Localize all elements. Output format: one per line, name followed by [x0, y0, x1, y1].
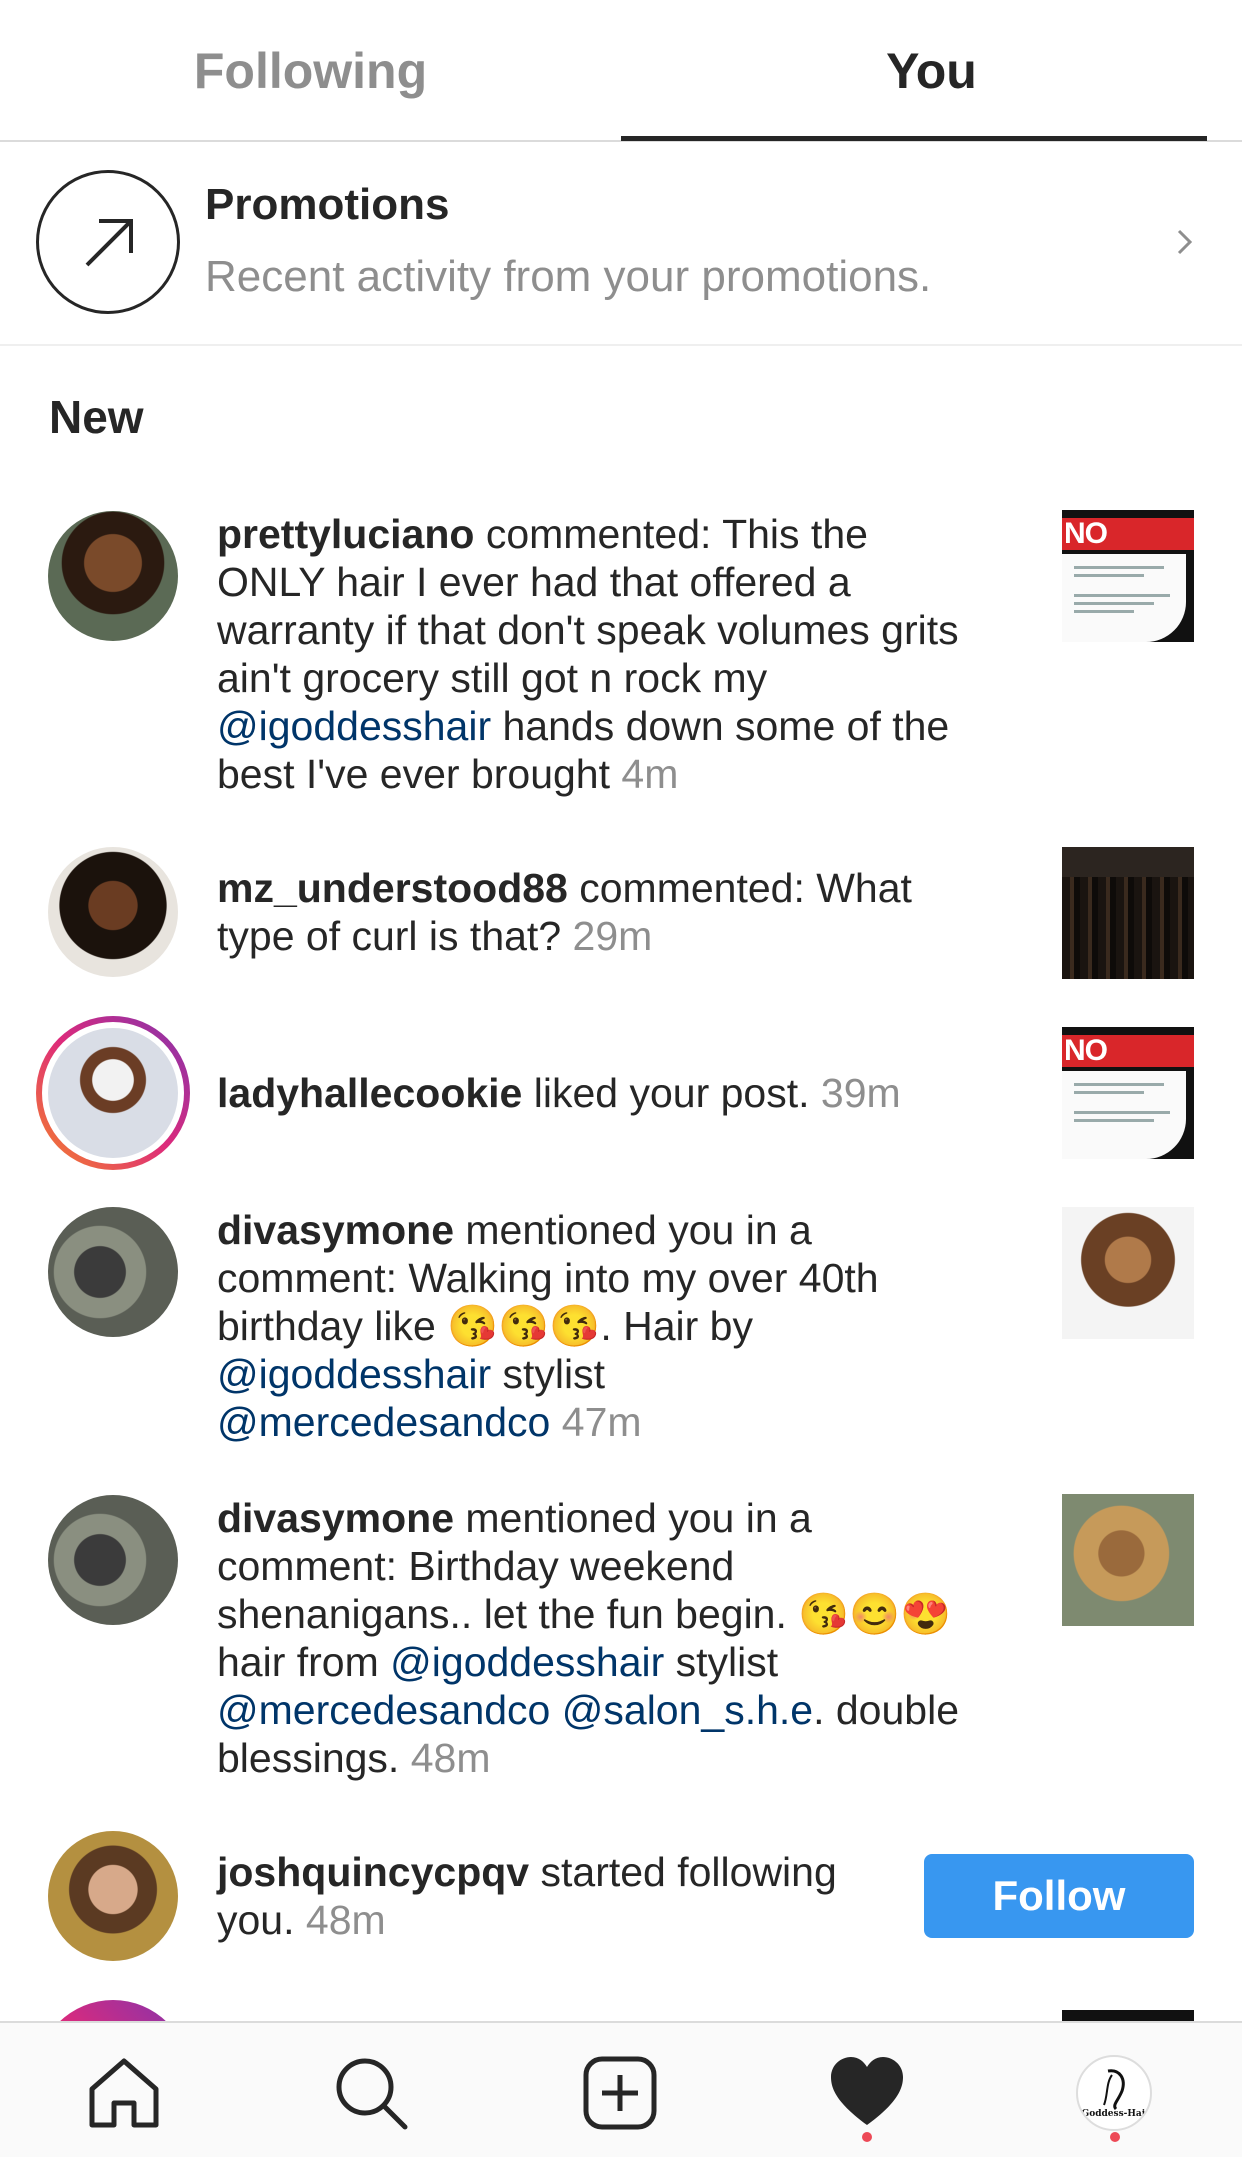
avatar[interactable]	[48, 511, 178, 641]
activity-notification-dot	[862, 2132, 872, 2142]
username[interactable]: mz_understood88	[217, 865, 568, 911]
timestamp: 48m	[410, 1735, 491, 1781]
mention-link[interactable]: @mercedesandco	[217, 1687, 550, 1733]
mention-link[interactable]: @igoddesshair	[390, 1639, 664, 1685]
post-thumbnail[interactable]	[1062, 1494, 1194, 1626]
activity-text-part: ONLY hair I ever had that offered a	[217, 559, 851, 605]
timestamp: 47m	[561, 1399, 642, 1445]
active-tab-indicator	[621, 136, 1207, 141]
activity-text-part: liked your post.	[522, 1070, 821, 1116]
promotions-title: Promotions	[205, 180, 450, 229]
post-thumbnail[interactable]: NO SCAM	[1062, 510, 1194, 642]
follow-button[interactable]: Follow	[924, 1854, 1194, 1938]
activity-text-part: stylist	[664, 1639, 779, 1685]
post-thumbnail[interactable]: NO SCAM	[1062, 1027, 1194, 1159]
activity-text-part: started following	[529, 1849, 837, 1895]
activity-text-part: stylist	[491, 1351, 606, 1397]
username[interactable]: divasymone	[217, 1495, 454, 1541]
username[interactable]: prettyluciano	[217, 511, 474, 557]
timestamp: 29m	[572, 913, 653, 959]
activity-text: joshquincycpqv started following you. 48…	[217, 1848, 897, 1944]
section-title-new: New	[49, 391, 144, 443]
promotions-subtitle: Recent activity from your promotions.	[205, 252, 932, 301]
tab-you[interactable]: You	[621, 0, 1242, 142]
activity-text-part: birthday like 😘😘😘. Hair by	[217, 1303, 753, 1349]
thumbnail-body	[1062, 1071, 1186, 1159]
story-ring[interactable]	[36, 1016, 190, 1170]
mention-link[interactable]: @mercedesandco	[217, 1399, 550, 1445]
activity-text-part: comment: Walking into my over 40th	[217, 1255, 879, 1301]
activity-text-part: mentioned you in a	[454, 1495, 812, 1541]
activity-text-part: . double	[813, 1687, 959, 1733]
activity-text-part: shenanigans.. let the fun begin. 😘😊😍	[217, 1591, 952, 1637]
activity-text-part: commented: This the	[474, 511, 868, 557]
activity-text: mz_understood88 commented: What type of …	[217, 864, 1037, 960]
mention-link[interactable]: @salon_s.h.e	[562, 1687, 813, 1733]
activity-text-part: commented: What	[567, 865, 912, 911]
avatar[interactable]	[48, 847, 178, 977]
avatar[interactable]	[48, 1495, 178, 1625]
avatar[interactable]	[48, 1207, 178, 1337]
timestamp: 4m	[621, 751, 679, 797]
promotions-row[interactable]: Promotions Recent activity from your pro…	[0, 142, 1242, 346]
activity-text: ladyhallecookie liked your post. 39m	[217, 1069, 1037, 1117]
username[interactable]: divasymone	[217, 1207, 454, 1253]
avatar[interactable]	[48, 1028, 178, 1158]
thumbnail-caption: NO SCAM	[1062, 518, 1194, 582]
profile-avatar[interactable]: iGoddess-Hair	[1076, 2055, 1152, 2131]
promotions-arrow-icon	[36, 170, 180, 314]
activity-text: prettyluciano commented: This the ONLY h…	[217, 510, 1037, 798]
username[interactable]: ladyhallecookie	[217, 1070, 522, 1116]
activity-text-part: you.	[217, 1897, 306, 1943]
timestamp: 48m	[305, 1897, 386, 1943]
activity-text-part: type of curl is that?	[217, 913, 573, 959]
add-icon[interactable]	[580, 2053, 660, 2133]
mention-link[interactable]: @igoddesshair	[217, 703, 491, 749]
activity-text-part: best I've ever brought	[217, 751, 622, 797]
thumbnail-body	[1062, 554, 1186, 642]
activity-text-part: ain't grocery still got n rock my	[217, 655, 768, 701]
activity-text-part: mentioned you in a	[454, 1207, 812, 1253]
activity-text: divasymone mentioned you in a comment: B…	[217, 1494, 1057, 1782]
activity-text-part: warranty if that don't speak volumes gri…	[217, 607, 959, 653]
post-thumbnail[interactable]	[1062, 1207, 1194, 1339]
thumbnail-caption: NO SCAM	[1062, 1035, 1194, 1099]
timestamp: 39m	[820, 1070, 901, 1116]
activity-tabs: Following You	[0, 0, 1242, 142]
activity-text-part: blessings.	[217, 1735, 411, 1781]
search-icon[interactable]	[331, 2053, 411, 2133]
post-thumbnail[interactable]	[1062, 847, 1194, 979]
avatar[interactable]	[48, 1831, 178, 1961]
activity-text: divasymone mentioned you in a comment: W…	[217, 1206, 1037, 1446]
activity-text-part: comment: Birthday weekend	[217, 1543, 735, 1589]
tab-following[interactable]: Following	[0, 0, 621, 142]
home-icon[interactable]	[84, 2053, 164, 2133]
activity-text-part: hands down some of the	[491, 703, 950, 749]
activity-text-part: hair from	[217, 1639, 391, 1685]
heart-icon[interactable]	[827, 2053, 907, 2133]
chevron-right-icon	[1177, 229, 1193, 255]
profile-logo-text: iGoddess-Hair	[1078, 2109, 1150, 2119]
profile-notification-dot	[1110, 2132, 1120, 2142]
username[interactable]: joshquincycpqv	[217, 1849, 529, 1895]
bottom-tab-bar: iGoddess-Hair	[0, 2021, 1242, 2157]
mention-link[interactable]: @igoddesshair	[217, 1351, 491, 1397]
